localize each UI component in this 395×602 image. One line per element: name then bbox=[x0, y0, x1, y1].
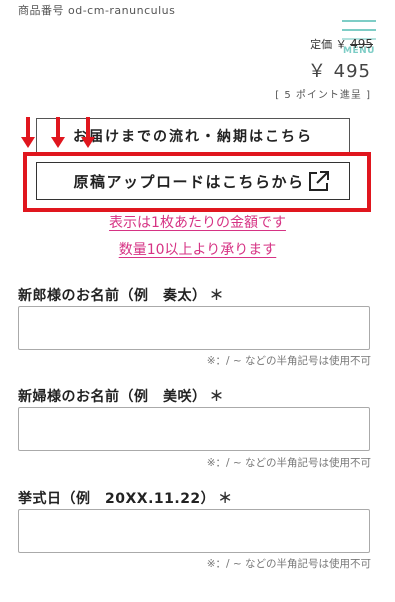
groom-name-label: 新郎様のお名前（例 奏太）＊ bbox=[18, 285, 224, 305]
bride-name-label: 新婦様のお名前（例 美咲）＊ bbox=[18, 386, 224, 406]
arrow-down-icon bbox=[81, 117, 95, 151]
regular-price-prefix: 定価 ￥ bbox=[310, 38, 347, 51]
product-code: 商品番号 od-cm-ranunculus bbox=[18, 4, 176, 17]
required-mark: ＊ bbox=[209, 389, 224, 405]
delivery-flow-label: お届けまでの流れ・納期はこちら bbox=[73, 129, 313, 145]
price-note-text: 表示は1枚あたりの金額です bbox=[109, 215, 286, 231]
required-mark: ＊ bbox=[209, 288, 224, 304]
external-link-icon bbox=[309, 171, 329, 191]
regular-price: 定価 ￥ 495 bbox=[310, 36, 373, 52]
price-note: 表示は1枚あたりの金額です bbox=[0, 212, 395, 232]
upload-button[interactable]: 原稿アップロードはこちらから bbox=[36, 162, 350, 200]
groom-name-hint: ※：/ ~ などの半角記号は使用不可 bbox=[206, 355, 371, 367]
hamburger-bar bbox=[342, 20, 376, 22]
bride-name-label-text: 新婦様のお名前（例 美咲） bbox=[18, 389, 207, 405]
bride-name-input[interactable] bbox=[18, 407, 370, 451]
arrow-down-icon bbox=[21, 117, 35, 151]
min-order-note-text: 数量10以上より承ります bbox=[118, 242, 277, 258]
groom-name-input[interactable] bbox=[18, 306, 370, 350]
hamburger-bar bbox=[342, 29, 376, 31]
arrow-down-icon bbox=[51, 117, 65, 151]
min-order-note: 数量10以上より承ります bbox=[0, 239, 395, 259]
wedding-date-label: 挙式日（例 20XX.11.22）＊ bbox=[18, 488, 233, 508]
wedding-date-label-text: 挙式日（例 20XX.11.22） bbox=[18, 491, 216, 507]
groom-name-label-text: 新郎様のお名前（例 奏太） bbox=[18, 288, 207, 304]
required-mark: ＊ bbox=[218, 491, 233, 507]
bride-name-hint: ※：/ ~ などの半角記号は使用不可 bbox=[206, 457, 371, 469]
points-label: [ 5 ポイント進呈 ] bbox=[275, 90, 371, 101]
wedding-date-hint: ※：/ ~ などの半角記号は使用不可 bbox=[206, 558, 371, 570]
upload-button-label: 原稿アップロードはこちらから bbox=[73, 172, 305, 191]
regular-price-value: 495 bbox=[350, 37, 373, 51]
sale-price: ￥ 495 bbox=[307, 61, 371, 82]
wedding-date-input[interactable] bbox=[18, 509, 370, 553]
